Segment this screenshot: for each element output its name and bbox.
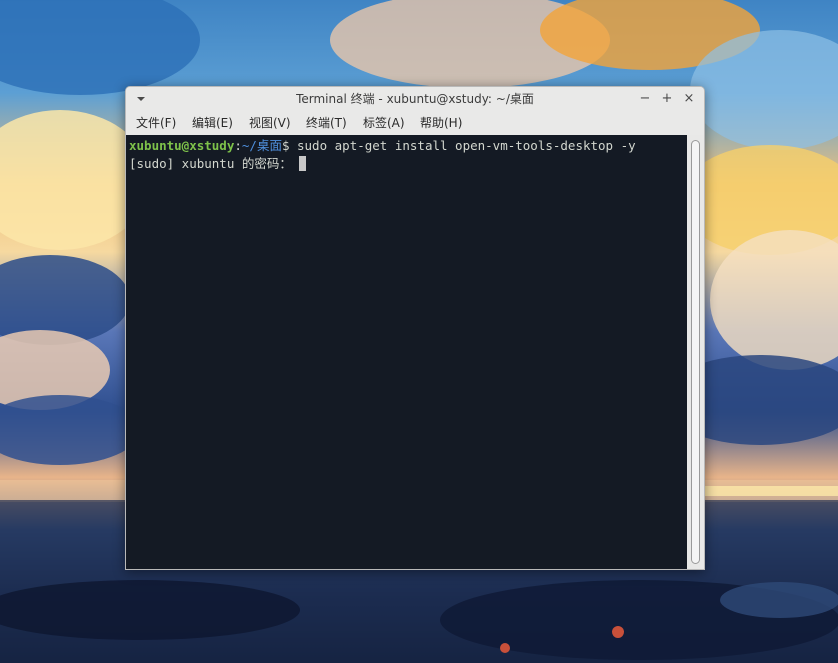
password-prompt: [sudo] xubuntu 的密码：: [129, 156, 300, 171]
window-title: Terminal 终端 - xubuntu@xstudy: ~/桌面: [296, 92, 534, 106]
terminal-output[interactable]: xubuntu@xstudy:~/桌面$ sudo apt-get instal…: [126, 135, 687, 569]
terminal-line: [sudo] xubuntu 的密码：: [129, 155, 307, 173]
desktop-wallpaper: Terminal 终端 - xubuntu@xstudy: ~/桌面 − + ×…: [0, 0, 838, 663]
menu-edit[interactable]: 编辑(E): [192, 111, 233, 135]
scrollbar[interactable]: [687, 135, 704, 569]
menu-tabs[interactable]: 标签(A): [363, 111, 405, 135]
menu-file[interactable]: 文件(F): [136, 111, 176, 135]
text-cursor: [299, 156, 307, 171]
menu-terminal[interactable]: 终端(T): [306, 111, 347, 135]
terminal-window[interactable]: Terminal 终端 - xubuntu@xstudy: ~/桌面 − + ×…: [125, 86, 705, 570]
menu-bar: 文件(F) 编辑(E) 视图(V) 终端(T) 标签(A) 帮助(H): [126, 111, 704, 135]
menu-view[interactable]: 视图(V): [249, 111, 291, 135]
menu-help[interactable]: 帮助(H): [420, 111, 462, 135]
maximize-button[interactable]: +: [658, 90, 676, 108]
title-bar[interactable]: Terminal 终端 - xubuntu@xstudy: ~/桌面 − + ×: [126, 87, 704, 111]
terminal-line: xubuntu@xstudy:~/桌面$ sudo apt-get instal…: [129, 137, 636, 155]
prompt-colon: :: [234, 138, 242, 153]
command-text: sudo apt-get install open-vm-tools-deskt…: [289, 138, 636, 153]
minimize-button[interactable]: −: [636, 90, 654, 108]
prompt-user: xubuntu@xstudy: [129, 138, 235, 153]
prompt-path: ~/桌面: [241, 138, 282, 153]
close-button[interactable]: ×: [680, 90, 698, 108]
scrollbar-thumb[interactable]: [691, 140, 700, 564]
